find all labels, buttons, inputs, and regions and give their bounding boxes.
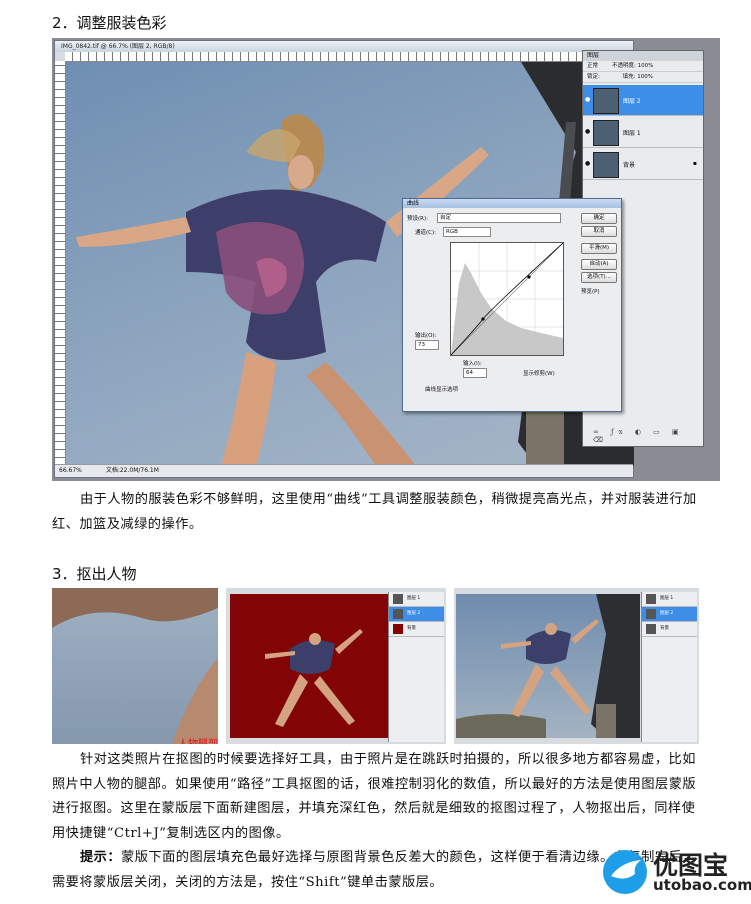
- ok-button[interactable]: 确定: [581, 213, 617, 224]
- mini-layer-row[interactable]: 背景: [642, 622, 697, 637]
- zoom-readout: 66.67%: [59, 467, 82, 474]
- opacity-field[interactable]: 100%: [638, 63, 654, 69]
- layer-name: 图层 1: [623, 130, 641, 137]
- section-2-heading: 2．调整服装色彩: [52, 14, 167, 32]
- layers-tab[interactable]: 图层: [583, 51, 703, 61]
- smooth-button[interactable]: 平滑(M): [581, 243, 617, 254]
- tip-label: 提示：: [80, 850, 122, 865]
- cutout-figure: [265, 629, 363, 727]
- layer-name: 背景: [623, 162, 636, 169]
- layer-row[interactable]: ● 图层 2: [583, 85, 703, 116]
- bird-logo-icon: [603, 850, 647, 894]
- composite-canvas: [456, 594, 640, 738]
- mini-layer-row[interactable]: 图层 2: [642, 607, 697, 622]
- layer-name: 图层 2: [623, 98, 641, 105]
- section-3-heading: 3．抠出人物: [52, 565, 137, 583]
- eye-icon[interactable]: ●: [585, 160, 590, 167]
- mini-layer-row[interactable]: 图层 2: [389, 607, 444, 622]
- mini-layer-name: 图层 1: [660, 596, 674, 601]
- watermark: 优图宝 utobao.com: [603, 842, 751, 900]
- red-fill-canvas: [230, 594, 390, 738]
- top-ruler: [65, 52, 633, 62]
- opacity-label: 不透明度:: [612, 63, 636, 69]
- mini-layers-panel: 图层 1 图层 2 背景: [641, 592, 697, 742]
- photoshop-screenshot: IMG_0842.tif @ 66.7% (图层 2, RGB/8) 66.67…: [52, 38, 720, 481]
- eye-icon[interactable]: ●: [585, 96, 590, 103]
- output-label: 输出(O):: [415, 333, 437, 339]
- options-button[interactable]: 选项(T)...: [581, 272, 617, 283]
- leg-detail-image: 人物腿部: [52, 588, 218, 744]
- show-clipping-checkbox[interactable]: 显示修剪(W): [523, 369, 555, 377]
- curves-dialog-title: 曲线: [403, 199, 621, 208]
- leg-closeup-photo: [52, 588, 218, 744]
- document-title: IMG_0842.tif @ 66.7% (图层 2, RGB/8): [55, 41, 633, 52]
- preset-label: 预设(R):: [407, 216, 428, 222]
- watermark-en: utobao.com: [653, 876, 751, 894]
- blend-mode-select[interactable]: 正常: [587, 63, 598, 69]
- layer-row[interactable]: ● 图层 1: [583, 117, 703, 148]
- mini-layer-row[interactable]: 图层 1: [389, 592, 444, 607]
- section-3-paragraph: 针对这类照片在抠图的时候要选择好工具，由于照片是在跳跃时拍摄的，所以很多地方都容…: [52, 752, 697, 841]
- left-ruler: [55, 61, 66, 465]
- input-label: 输入(I):: [463, 361, 482, 367]
- output-field[interactable]: 73: [415, 340, 439, 350]
- mini-layer-row[interactable]: 图层 1: [642, 592, 697, 607]
- mini-layers-panel: 图层 1 图层 2 背景: [388, 592, 444, 742]
- composite-photo: [456, 594, 640, 738]
- layer-thumbnail: [593, 120, 619, 146]
- mini-layer-name: 图层 2: [660, 611, 674, 616]
- auto-button[interactable]: 自动(A): [581, 259, 617, 270]
- input-field[interactable]: 64: [463, 368, 487, 378]
- fill-label: 填充:: [622, 74, 636, 80]
- eye-icon[interactable]: ●: [585, 128, 590, 135]
- mini-layer-name: 图层 1: [407, 596, 421, 601]
- doc-size-readout: 文档:22.0M/76.1M: [105, 467, 159, 474]
- section-2-text: 由于人物的服装色彩不够鲜明，这里使用“曲线”工具调整服装颜色，稍微提亮高光点，并…: [52, 492, 697, 532]
- layer-row[interactable]: ● 背景 ▪: [583, 149, 703, 180]
- curves-graph[interactable]: [450, 242, 564, 356]
- fill-field[interactable]: 100%: [637, 74, 653, 80]
- layers-options: 正常 不透明度: 100%: [583, 61, 703, 72]
- curve-display-options[interactable]: 曲线显示选项: [425, 385, 458, 393]
- layer-thumbnail: [593, 152, 619, 178]
- layers-panel-footer-icons[interactable]: ∞ ƒx ◐ ▭ ▣ ⌫: [593, 428, 703, 444]
- final-cutout-image: 图层 1 图层 2 背景: [454, 588, 699, 744]
- channel-label: 通道(C):: [415, 230, 436, 236]
- leg-caption: 人物腿部: [178, 735, 218, 744]
- mini-layer-row[interactable]: 背景: [389, 622, 444, 637]
- curves-dialog: 曲线 预设(R): 自定 通道(C): RGB 输出(O): 73 输入(I):…: [402, 198, 622, 412]
- cancel-button[interactable]: 取消: [581, 226, 617, 237]
- lock-label: 锁定:: [587, 74, 600, 80]
- lock-icon: ▪: [692, 160, 697, 167]
- tip-text: 蒙版下面的图层填充色最好选择与原图背景色反差大的颜色，这样便于看清边缘。在复制完…: [52, 850, 696, 890]
- curve-plot: [450, 242, 564, 356]
- layers-lock-row: 锁定: 填充: 100%: [583, 72, 703, 83]
- preset-select[interactable]: 自定: [437, 213, 561, 223]
- section-2-paragraph: 由于人物的服装色彩不够鲜明，这里使用“曲线”工具调整服装颜色，稍微提亮高光点，并…: [52, 488, 702, 537]
- mini-layer-name: 背景: [660, 626, 669, 631]
- mini-layer-name: 图层 2: [407, 611, 421, 616]
- channel-select[interactable]: RGB: [443, 227, 491, 237]
- mini-layer-name: 背景: [407, 626, 416, 631]
- red-background-image: 图层 1 图层 2 背景: [226, 588, 446, 744]
- layer-thumbnail: [593, 88, 619, 114]
- preview-checkbox[interactable]: 预览(P): [581, 287, 600, 295]
- status-bar: 66.67% 文档:22.0M/76.1M: [55, 464, 633, 477]
